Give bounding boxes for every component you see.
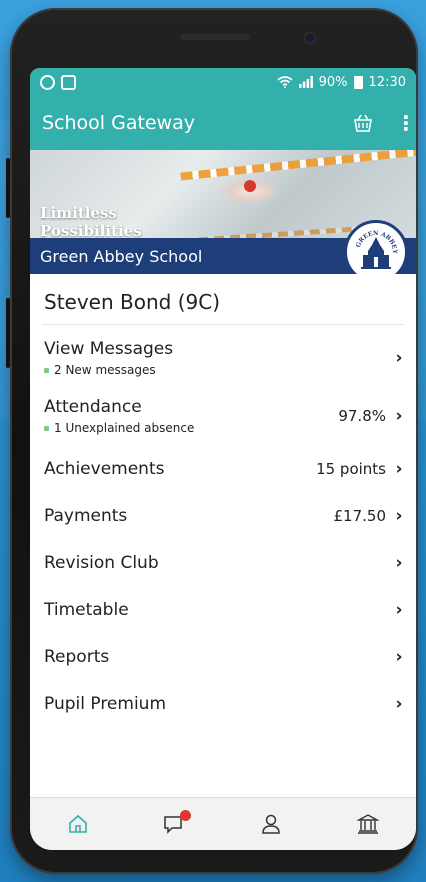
school-banner: Limitless Possibilities Green Abbey Scho… xyxy=(30,150,416,274)
achievements-value: 15 points xyxy=(316,459,386,478)
home-icon xyxy=(69,814,88,833)
battery-percent: 90% xyxy=(318,74,348,90)
chevron-right-icon: › xyxy=(395,505,403,526)
nav-profile[interactable] xyxy=(251,804,291,844)
status-right: 90% 12:30 xyxy=(277,75,406,90)
school-icon xyxy=(356,814,379,834)
chevron-right-icon: › xyxy=(395,552,403,573)
menu-item-payments[interactable]: Payments £17.50 › xyxy=(42,492,404,539)
earpiece-speaker xyxy=(180,34,250,40)
menu-item-sub: 2 New messages xyxy=(44,363,173,377)
menu-item-reports[interactable]: Reports › xyxy=(42,633,404,680)
whatsapp-icon xyxy=(40,74,55,90)
student-name: Steven Bond (9C) xyxy=(42,274,404,325)
chevron-right-icon: › xyxy=(395,458,403,479)
app-bar: School Gateway ⋮ xyxy=(30,96,416,150)
menu-item-label: Timetable xyxy=(44,599,129,620)
unread-badge xyxy=(179,810,191,821)
chevron-right-icon: › xyxy=(395,406,403,426)
status-left xyxy=(40,74,76,90)
menu-item-attendance[interactable]: Attendance 1 Unexplained absence 97.8% › xyxy=(42,387,404,445)
phone-frame: 90% 12:30 School Gateway ⋮ Limitless Pos… xyxy=(6,8,418,874)
menu-item-label: Reports xyxy=(44,646,110,667)
menu-item-label: Revision Club xyxy=(44,552,159,573)
bottom-navigation xyxy=(30,797,416,850)
attendance-value: 97.8% xyxy=(338,407,386,425)
status-bar: 90% 12:30 xyxy=(30,68,416,96)
nav-home[interactable] xyxy=(58,804,98,844)
tagline-line-1: Limitless xyxy=(40,204,117,222)
nav-school[interactable] xyxy=(348,804,388,844)
app-title: School Gateway xyxy=(42,112,196,134)
menu-item-timetable[interactable]: Timetable › xyxy=(42,586,404,633)
payments-value: £17.50 xyxy=(333,506,387,525)
chevron-right-icon: › xyxy=(395,348,403,368)
swimmer-cap xyxy=(244,180,256,192)
chevron-right-icon: › xyxy=(395,599,403,620)
menu-item-achievements[interactable]: Achievements 15 points › xyxy=(42,445,404,492)
menu-item-sub-text: 2 New messages xyxy=(54,363,156,377)
more-options-icon[interactable]: ⋮ xyxy=(396,113,416,133)
chevron-right-icon: › xyxy=(395,693,403,714)
menu-item-label: Payments xyxy=(44,505,128,526)
menu-item-label: Attendance xyxy=(44,397,142,417)
volume-up-button xyxy=(6,158,10,218)
menu-item-revision-club[interactable]: Revision Club › xyxy=(42,539,404,586)
crest-icon: GREEN ABBEY xyxy=(355,230,398,269)
nav-messages[interactable] xyxy=(155,804,195,844)
app-actions: ⋮ xyxy=(352,113,416,133)
profile-icon xyxy=(262,814,281,834)
clock: 12:30 xyxy=(368,74,406,90)
menu-item-label: Pupil Premium xyxy=(44,693,167,714)
status-dot-icon xyxy=(44,367,49,373)
school-crest-logo: GREEN ABBEY xyxy=(344,220,408,274)
signal-icon xyxy=(298,76,313,88)
phone-screen: 90% 12:30 School Gateway ⋮ Limitless Pos… xyxy=(30,68,416,850)
instagram-icon xyxy=(61,74,76,90)
menu-item-pupil-premium[interactable]: Pupil Premium › xyxy=(42,680,404,727)
menu-item-sub-text: 1 Unexplained absence xyxy=(54,421,195,435)
banner-tagline: Limitless Possibilities xyxy=(40,204,142,240)
battery-icon xyxy=(353,75,363,89)
basket-icon[interactable] xyxy=(352,113,374,133)
school-name: Green Abbey School xyxy=(40,246,203,266)
lane-rope xyxy=(180,150,416,181)
menu-item-label: View Messages xyxy=(44,339,174,359)
menu-item-label: Achievements xyxy=(44,458,165,479)
menu-item-view-messages[interactable]: View Messages 2 New messages › xyxy=(42,329,404,387)
front-camera xyxy=(304,32,316,44)
main-content: Steven Bond (9C) View Messages 2 New mes… xyxy=(30,274,416,727)
chevron-right-icon: › xyxy=(395,646,403,667)
status-dot-icon xyxy=(44,425,49,431)
menu-item-sub: 1 Unexplained absence xyxy=(44,421,194,435)
volume-down-button xyxy=(6,298,10,368)
wifi-icon xyxy=(277,76,293,88)
